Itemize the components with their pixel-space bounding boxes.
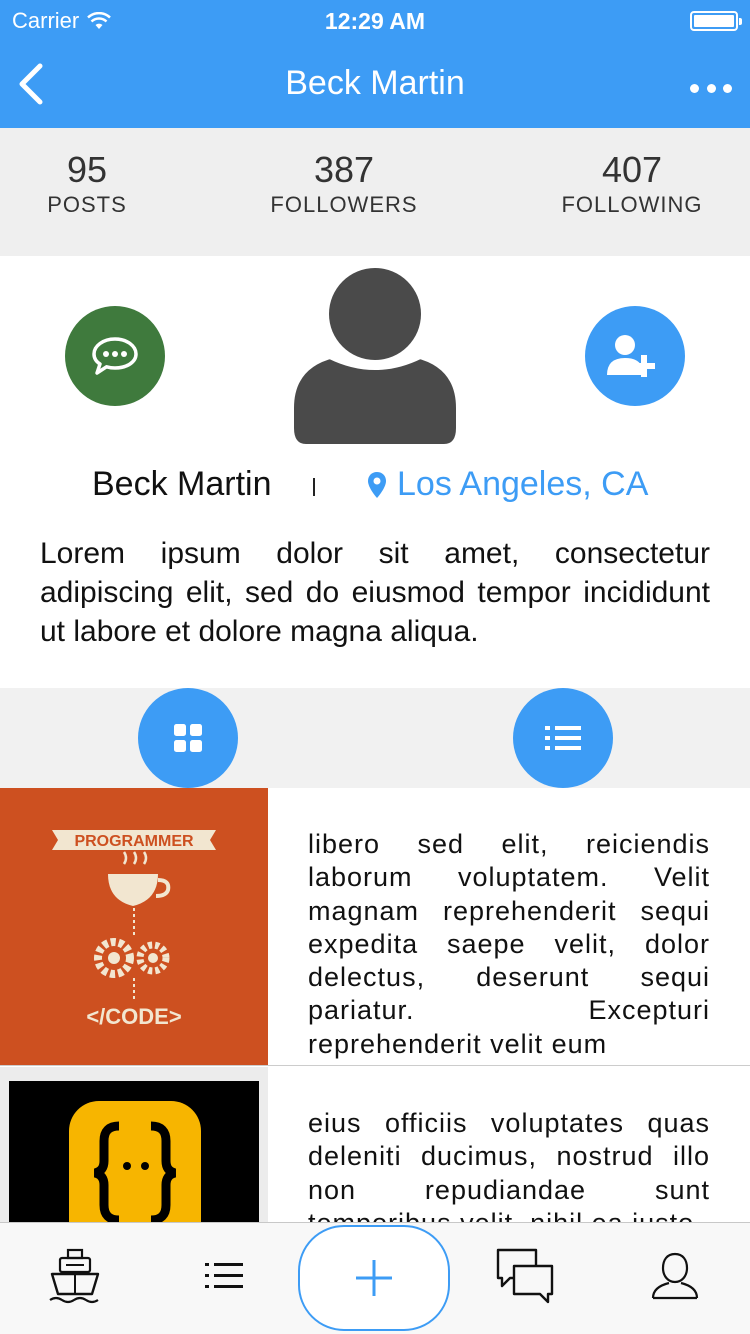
status-time: 12:29 AM bbox=[324, 8, 426, 34]
chat-bubble-icon bbox=[92, 337, 138, 375]
location-pin-icon bbox=[368, 471, 386, 498]
battery-icon bbox=[690, 11, 742, 31]
thumbnail-title: PROGRAMMER bbox=[74, 833, 194, 850]
add-friend-button[interactable] bbox=[585, 306, 685, 406]
list-view-button[interactable] bbox=[513, 688, 613, 788]
post-thumbnail bbox=[0, 1067, 268, 1223]
plus-icon bbox=[356, 1260, 392, 1296]
profile-stats: 95 POSTS 387 FOLLOWERS 407 FOLLOWING bbox=[0, 128, 750, 256]
user-icon bbox=[651, 1252, 699, 1300]
avatar bbox=[294, 268, 456, 444]
stat-posts[interactable]: 95 POSTS bbox=[27, 150, 147, 218]
stat-following-label: FOLLOWING bbox=[561, 192, 703, 217]
list-item[interactable]: eius officiis voluptates quas deleniti d… bbox=[0, 1067, 750, 1223]
tab-home[interactable] bbox=[40, 1241, 110, 1311]
stat-posts-value: 95 bbox=[66, 149, 108, 190]
navigation-bar: Carrier 12:29 AM Beck Martin bbox=[0, 0, 750, 128]
list-item[interactable]: PROGRAMMER </CODE> libero sed elit, reic… bbox=[0, 788, 750, 1066]
code-braces-logo bbox=[69, 1101, 201, 1223]
profile-location[interactable]: Los Angeles, CA bbox=[367, 465, 648, 504]
grid-view-button[interactable] bbox=[138, 688, 238, 788]
tab-feed[interactable] bbox=[189, 1241, 259, 1311]
profile-bio: Lorem ipsum dolor sit amet, consectetur … bbox=[40, 537, 710, 648]
stat-followers-value: 387 bbox=[313, 149, 375, 190]
message-button[interactable] bbox=[65, 306, 165, 406]
list-menu-icon bbox=[205, 1263, 243, 1288]
post-text: eius officiis voluptates quas deleniti d… bbox=[308, 1108, 710, 1223]
page-title: Beck Martin bbox=[285, 64, 465, 102]
stat-posts-label: POSTS bbox=[47, 192, 127, 217]
add-user-icon bbox=[607, 335, 655, 377]
profile-name: Beck Martin bbox=[92, 465, 272, 503]
location-label: Los Angeles, CA bbox=[397, 465, 649, 503]
stat-followers-label: FOLLOWERS bbox=[270, 192, 418, 217]
grid-icon bbox=[174, 724, 202, 752]
tab-messages[interactable] bbox=[490, 1241, 560, 1311]
view-switcher bbox=[0, 688, 750, 788]
stat-following-value: 407 bbox=[601, 149, 663, 190]
more-options-icon[interactable] bbox=[690, 80, 732, 96]
name-location-divider bbox=[313, 478, 315, 496]
chat-icon bbox=[496, 1248, 554, 1304]
programmer-illustration: PROGRAMMER </CODE> bbox=[52, 830, 216, 1029]
post-text: libero sed elit, reiciendis laborum volu… bbox=[308, 829, 710, 1059]
list-icon bbox=[545, 726, 581, 750]
tab-profile[interactable] bbox=[640, 1241, 710, 1311]
status-bar: Carrier 12:29 AM bbox=[0, 0, 750, 40]
thumbnail-caption: </CODE> bbox=[86, 1004, 181, 1029]
add-post-button[interactable] bbox=[298, 1225, 450, 1331]
stat-following[interactable]: 407 FOLLOWING bbox=[542, 150, 722, 218]
ship-icon bbox=[49, 1248, 100, 1304]
stat-followers[interactable]: 387 FOLLOWERS bbox=[244, 150, 444, 218]
post-thumbnail: PROGRAMMER </CODE> bbox=[0, 788, 268, 1065]
